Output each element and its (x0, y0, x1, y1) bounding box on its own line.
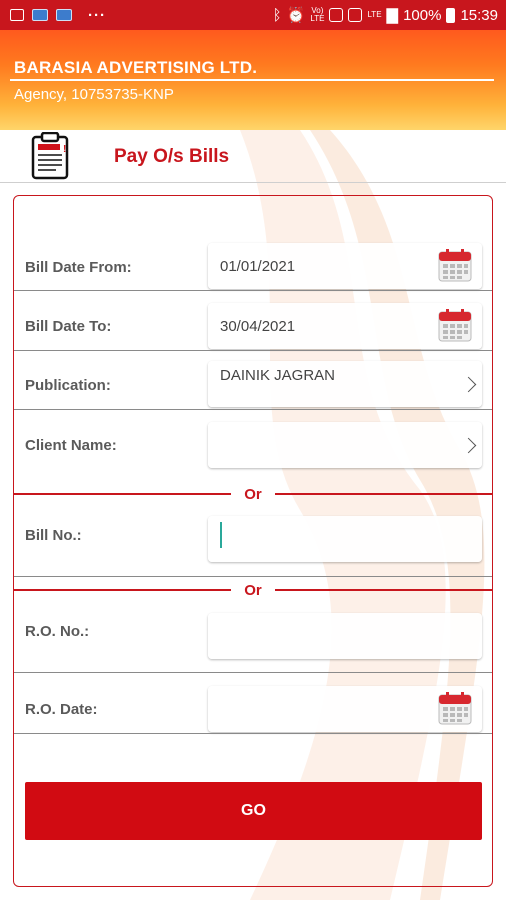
svg-text:!: ! (63, 144, 66, 155)
battery-icon (446, 7, 456, 23)
ro-date-field[interactable] (208, 686, 482, 732)
bill-date-to-field[interactable]: 30/04/2021 (208, 303, 482, 349)
signal-box-icon (348, 8, 363, 22)
ro-no-label: R.O. No.: (25, 623, 90, 640)
signal-icon: ▇ (386, 7, 399, 24)
title-bar (0, 130, 506, 183)
overflow-icon: ··· (88, 6, 106, 24)
or-label: Or (244, 582, 262, 599)
app-notification-icon (56, 9, 72, 21)
publication-value: DAINIK JAGRAN (220, 367, 336, 384)
bill-no-label: Bill No.: (25, 527, 82, 544)
gallery-icon (10, 9, 24, 21)
bill-date-to-label: Bill Date To: (25, 318, 112, 335)
text-cursor (220, 522, 222, 548)
row-divider (14, 672, 492, 673)
publication-selector[interactable]: DAINIK JAGRAN (208, 361, 482, 407)
client-name-label: Client Name: (25, 437, 117, 454)
row-divider (14, 350, 492, 351)
chevron-right-icon (460, 376, 477, 393)
lte-indicator: LTE (367, 10, 382, 19)
header-divider (10, 79, 494, 81)
client-name-selector[interactable] (208, 422, 482, 468)
volte-indicator: Vo) LTE (310, 6, 325, 23)
bill-no-input[interactable] (208, 516, 482, 562)
row-divider (14, 576, 492, 577)
page-title: Pay O/s Bills (114, 146, 230, 167)
ro-no-input[interactable] (208, 613, 482, 659)
bluetooth-icon: ᛒ (272, 6, 282, 24)
company-name: BARASIA ADVERTISING LTD. (14, 58, 258, 77)
status-bar: ··· ᛒ ⏰ Vo) LTE LTE ▇ 100% 15:39 (0, 0, 506, 30)
app-header: BARASIA ADVERTISING LTD. Agency, 1075373… (0, 30, 506, 130)
status-time: 15:39 (460, 6, 498, 24)
bill-date-from-label: Bill Date From: (25, 259, 132, 276)
phone-icon (329, 8, 344, 22)
chevron-right-icon (460, 437, 477, 454)
publication-label: Publication: (25, 377, 111, 394)
or-label: Or (244, 486, 262, 503)
invoice-icon: ! (31, 132, 69, 180)
calendar-icon[interactable] (438, 248, 472, 282)
calendar-icon[interactable] (438, 308, 472, 342)
row-divider (14, 290, 492, 291)
row-divider (14, 733, 492, 734)
app-notification-icon (32, 9, 48, 21)
calendar-icon[interactable] (438, 691, 472, 725)
ro-date-label: R.O. Date: (25, 701, 98, 718)
bill-date-from-value: 01/01/2021 (220, 258, 296, 275)
bill-date-from-field[interactable]: 01/01/2021 (208, 243, 482, 289)
row-divider (14, 409, 492, 410)
bill-date-to-value: 30/04/2021 (220, 318, 296, 335)
go-button[interactable]: GO (25, 782, 482, 840)
battery-percent: 100% (403, 6, 442, 24)
agency-code: Agency, 10753735-KNP (14, 86, 174, 103)
alarm-icon: ⏰ (286, 7, 306, 24)
